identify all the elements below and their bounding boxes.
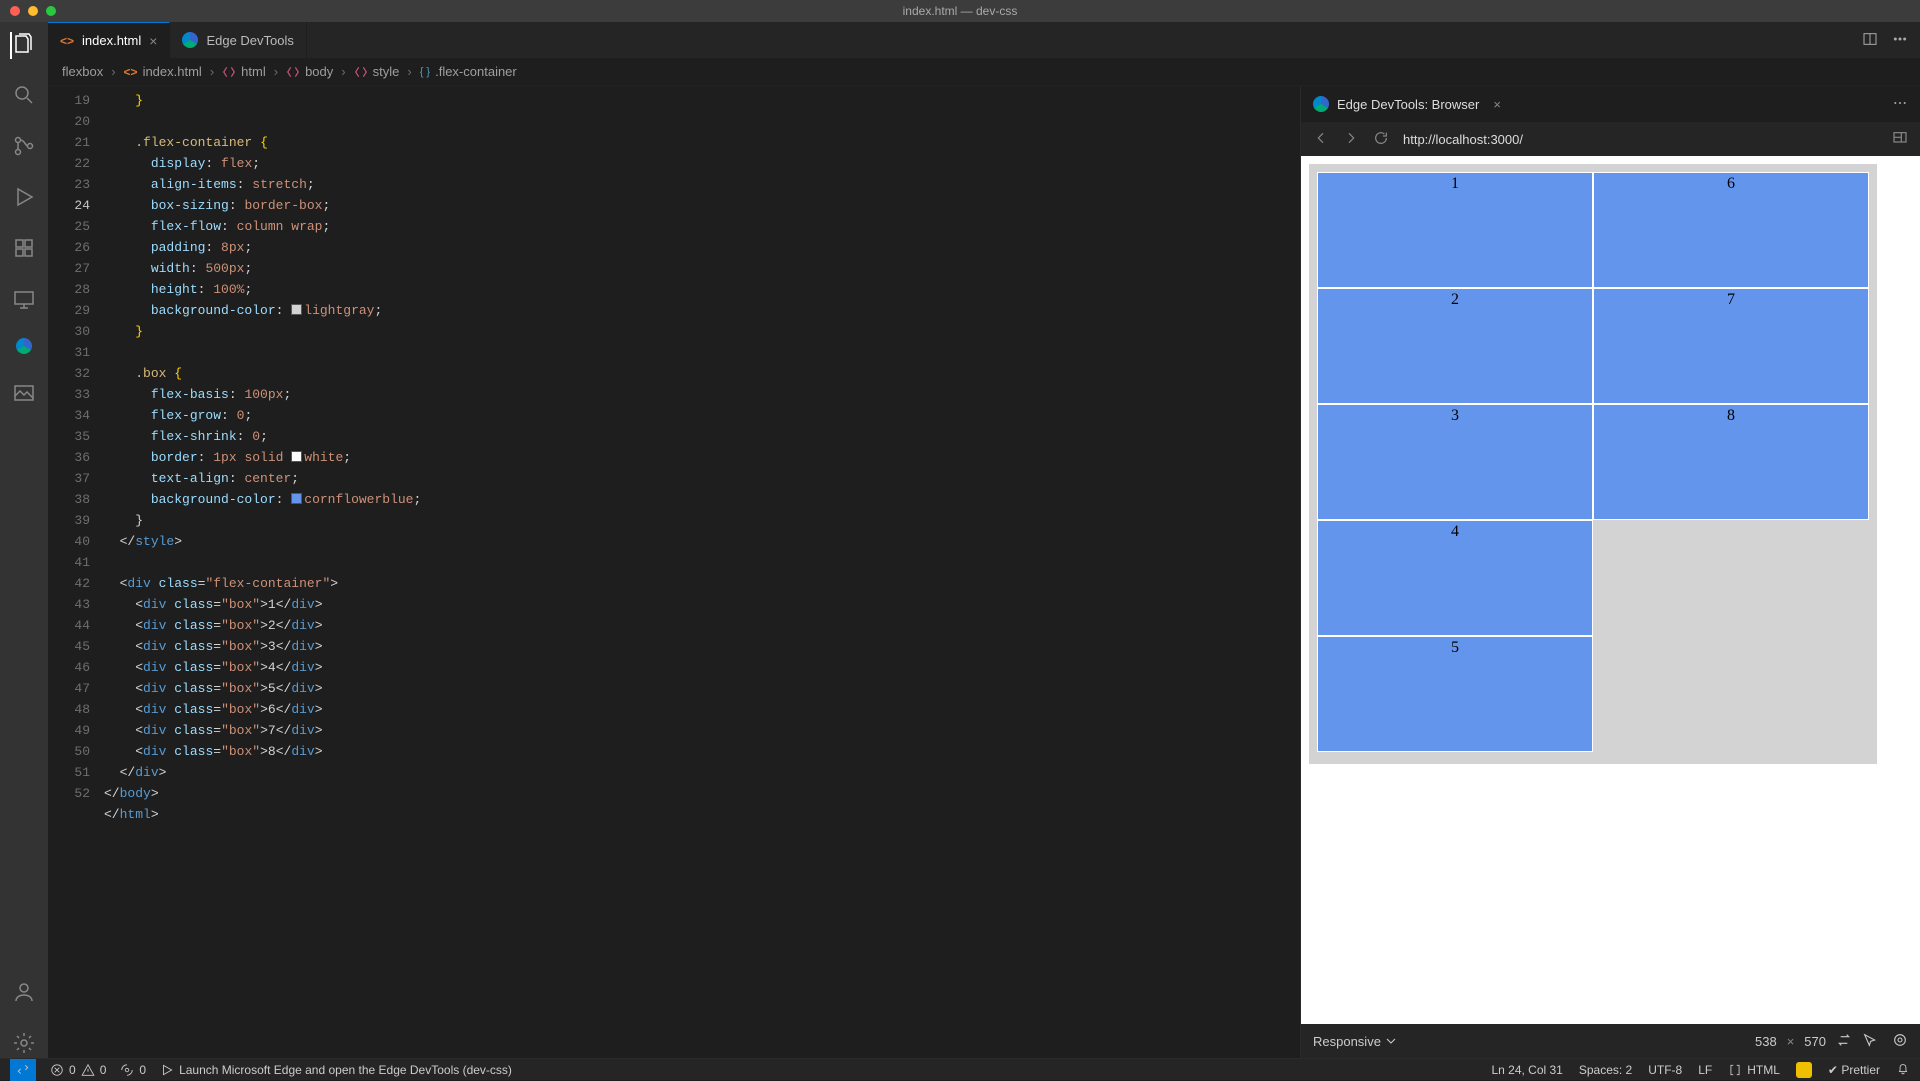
problems-indicator[interactable]: 0 0: [50, 1063, 106, 1077]
source-control-icon[interactable]: [12, 134, 36, 161]
flex-box-item: 3: [1317, 404, 1593, 520]
language-mode[interactable]: HTML: [1728, 1063, 1780, 1077]
prettier-status[interactable]: Prettier: [1828, 1063, 1880, 1077]
viewport-height[interactable]: 570: [1804, 1034, 1826, 1049]
window-titlebar: index.html — dev-css: [0, 0, 1920, 22]
responsive-mode-select[interactable]: Responsive: [1313, 1033, 1399, 1049]
code-content[interactable]: } .flex-container { display: flex; align…: [104, 86, 1300, 1058]
crumb-folder[interactable]: flexbox: [62, 64, 103, 79]
flex-box-item: 1: [1317, 172, 1593, 288]
remote-indicator[interactable]: [10, 1059, 36, 1081]
dimension-x-icon: ×: [1787, 1034, 1795, 1049]
code-editor[interactable]: 1920212223242526272829303132333435363738…: [48, 86, 1300, 1058]
preview-tab[interactable]: Edge DevTools: Browser ×: [1301, 86, 1920, 122]
flex-box-item: 7: [1593, 288, 1869, 404]
ports-indicator[interactable]: 0: [120, 1063, 146, 1077]
preview-viewport[interactable]: 12345 678: [1301, 156, 1920, 1024]
flex-box-item: 6: [1593, 172, 1869, 288]
accounts-icon[interactable]: [12, 980, 36, 1007]
run-debug-icon[interactable]: [12, 185, 36, 212]
editor-tabs: <> index.html × Edge DevTools: [48, 22, 1920, 58]
tab-label: index.html: [82, 33, 141, 48]
minimize-window-icon[interactable]: [28, 6, 38, 16]
edge-tools-icon[interactable]: [16, 338, 32, 357]
mac-traffic-lights: [0, 6, 56, 16]
tab-edge-devtools[interactable]: Edge DevTools: [170, 22, 306, 58]
crumb-file[interactable]: <>index.html: [124, 64, 202, 79]
screencast-icon[interactable]: [1892, 1032, 1908, 1051]
extensions-icon[interactable]: [12, 236, 36, 263]
indentation[interactable]: Spaces: 2: [1579, 1063, 1632, 1077]
html-file-icon: <>: [60, 34, 74, 48]
preview-footer: Responsive 538 × 570: [1301, 1024, 1920, 1058]
cursor-position[interactable]: Ln 24, Col 31: [1491, 1063, 1562, 1077]
crumb-body[interactable]: body: [286, 64, 333, 79]
flex-box-item: 4: [1317, 520, 1593, 636]
browser-toolbar: http://localhost:3000/: [1301, 122, 1920, 156]
encoding[interactable]: UTF-8: [1648, 1063, 1682, 1077]
flex-box-item: 5: [1317, 636, 1593, 752]
live-preview-indicator-icon[interactable]: [1796, 1062, 1812, 1078]
close-icon[interactable]: ×: [149, 33, 157, 49]
preview-panel: Edge DevTools: Browser × http://localhos…: [1300, 86, 1920, 1058]
preview-tab-label: Edge DevTools: Browser: [1337, 97, 1479, 112]
status-bar: 0 0 0 Launch Microsoft Edge and open the…: [0, 1058, 1920, 1080]
notifications-bell-icon[interactable]: [1896, 1061, 1910, 1078]
explorer-icon[interactable]: [10, 32, 36, 59]
maximize-window-icon[interactable]: [46, 6, 56, 16]
forward-icon[interactable]: [1343, 130, 1359, 149]
activity-bar: [0, 22, 48, 1058]
open-devtools-icon[interactable]: [1892, 130, 1908, 149]
flex-box-item: 2: [1317, 288, 1593, 404]
edge-icon: [1313, 96, 1329, 112]
more-actions-icon[interactable]: [1892, 95, 1908, 114]
image-preview-icon[interactable]: [12, 381, 36, 408]
window-title: index.html — dev-css: [0, 4, 1920, 18]
breadcrumb[interactable]: flexbox › <>index.html › html › body › s…: [48, 58, 1920, 86]
more-actions-icon[interactable]: [1892, 31, 1908, 50]
line-gutter: 1920212223242526272829303132333435363738…: [48, 86, 104, 1058]
flex-box-item: 8: [1593, 404, 1869, 520]
remote-explorer-icon[interactable]: [12, 287, 36, 314]
back-icon[interactable]: [1313, 130, 1329, 149]
split-editor-icon[interactable]: [1862, 31, 1878, 50]
close-icon[interactable]: ×: [1493, 97, 1501, 112]
address-bar[interactable]: http://localhost:3000/: [1403, 132, 1523, 147]
launch-task-button[interactable]: Launch Microsoft Edge and open the Edge …: [160, 1063, 512, 1077]
crumb-style[interactable]: style: [354, 64, 400, 79]
crumb-html[interactable]: html: [222, 64, 266, 79]
reload-icon[interactable]: [1373, 130, 1389, 149]
search-icon[interactable]: [12, 83, 36, 110]
crumb-selector[interactable]: { }.flex-container: [420, 64, 517, 79]
tab-label: Edge DevTools: [206, 33, 293, 48]
close-window-icon[interactable]: [10, 6, 20, 16]
inspect-element-icon[interactable]: [1862, 1032, 1878, 1051]
viewport-width[interactable]: 538: [1755, 1034, 1777, 1049]
rendered-flex-container: 12345 678: [1309, 164, 1877, 764]
tab-index-html[interactable]: <> index.html ×: [48, 22, 170, 58]
swap-dimensions-icon[interactable]: [1836, 1032, 1852, 1051]
eol[interactable]: LF: [1698, 1063, 1712, 1077]
settings-gear-icon[interactable]: [12, 1031, 36, 1058]
edge-icon: [182, 32, 198, 48]
